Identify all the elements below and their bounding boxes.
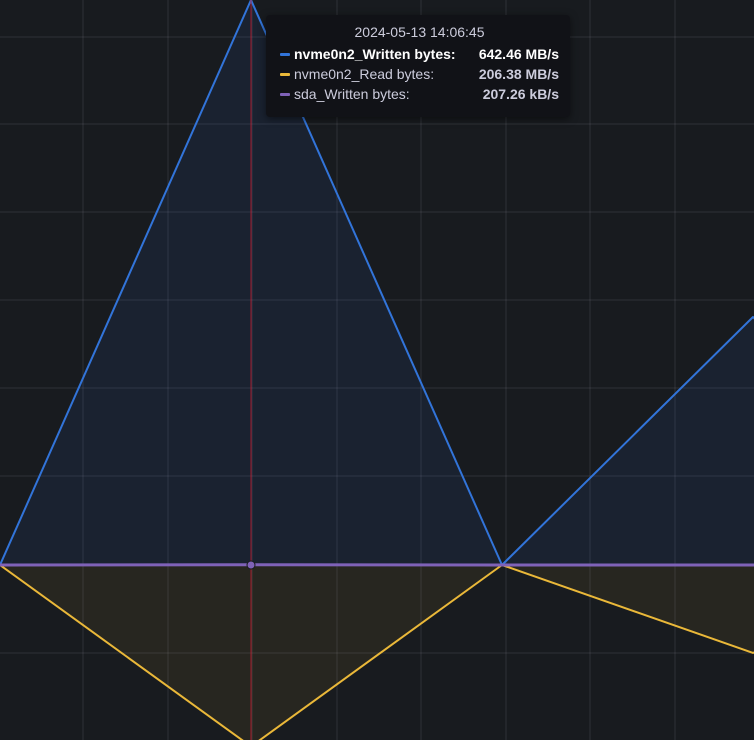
series-color-swatch [280,52,290,56]
tooltip-series-value: 206.38 MB/s [478,66,559,82]
series-color-swatch [280,92,290,96]
tooltip-series-value: 642.46 MB/s [478,46,559,62]
tooltip-series-label: nvme0n2_Written bytes: [294,46,456,62]
tooltip-series-label: nvme0n2_Read bytes: [294,66,435,82]
tooltip-row-nvme0n2-written: nvme0n2_Written bytes: 642.46 MB/s [280,44,559,64]
tooltip-timestamp: 2024-05-13 14:06:45 [354,24,485,40]
hover-tooltip: 2024-05-13 14:06:45 nvme0n2_Written byte… [266,15,570,117]
tooltip-series-label: sda_Written bytes: [294,86,410,102]
hover-point-marker [246,560,256,570]
tooltip-series-value: 207.26 kB/s [482,86,559,102]
series-color-swatch [280,72,290,76]
tooltip-row-sda-written: sda_Written bytes: 207.26 kB/s [280,84,559,104]
tooltip-row-nvme0n2-read: nvme0n2_Read bytes: 206.38 MB/s [280,64,559,84]
